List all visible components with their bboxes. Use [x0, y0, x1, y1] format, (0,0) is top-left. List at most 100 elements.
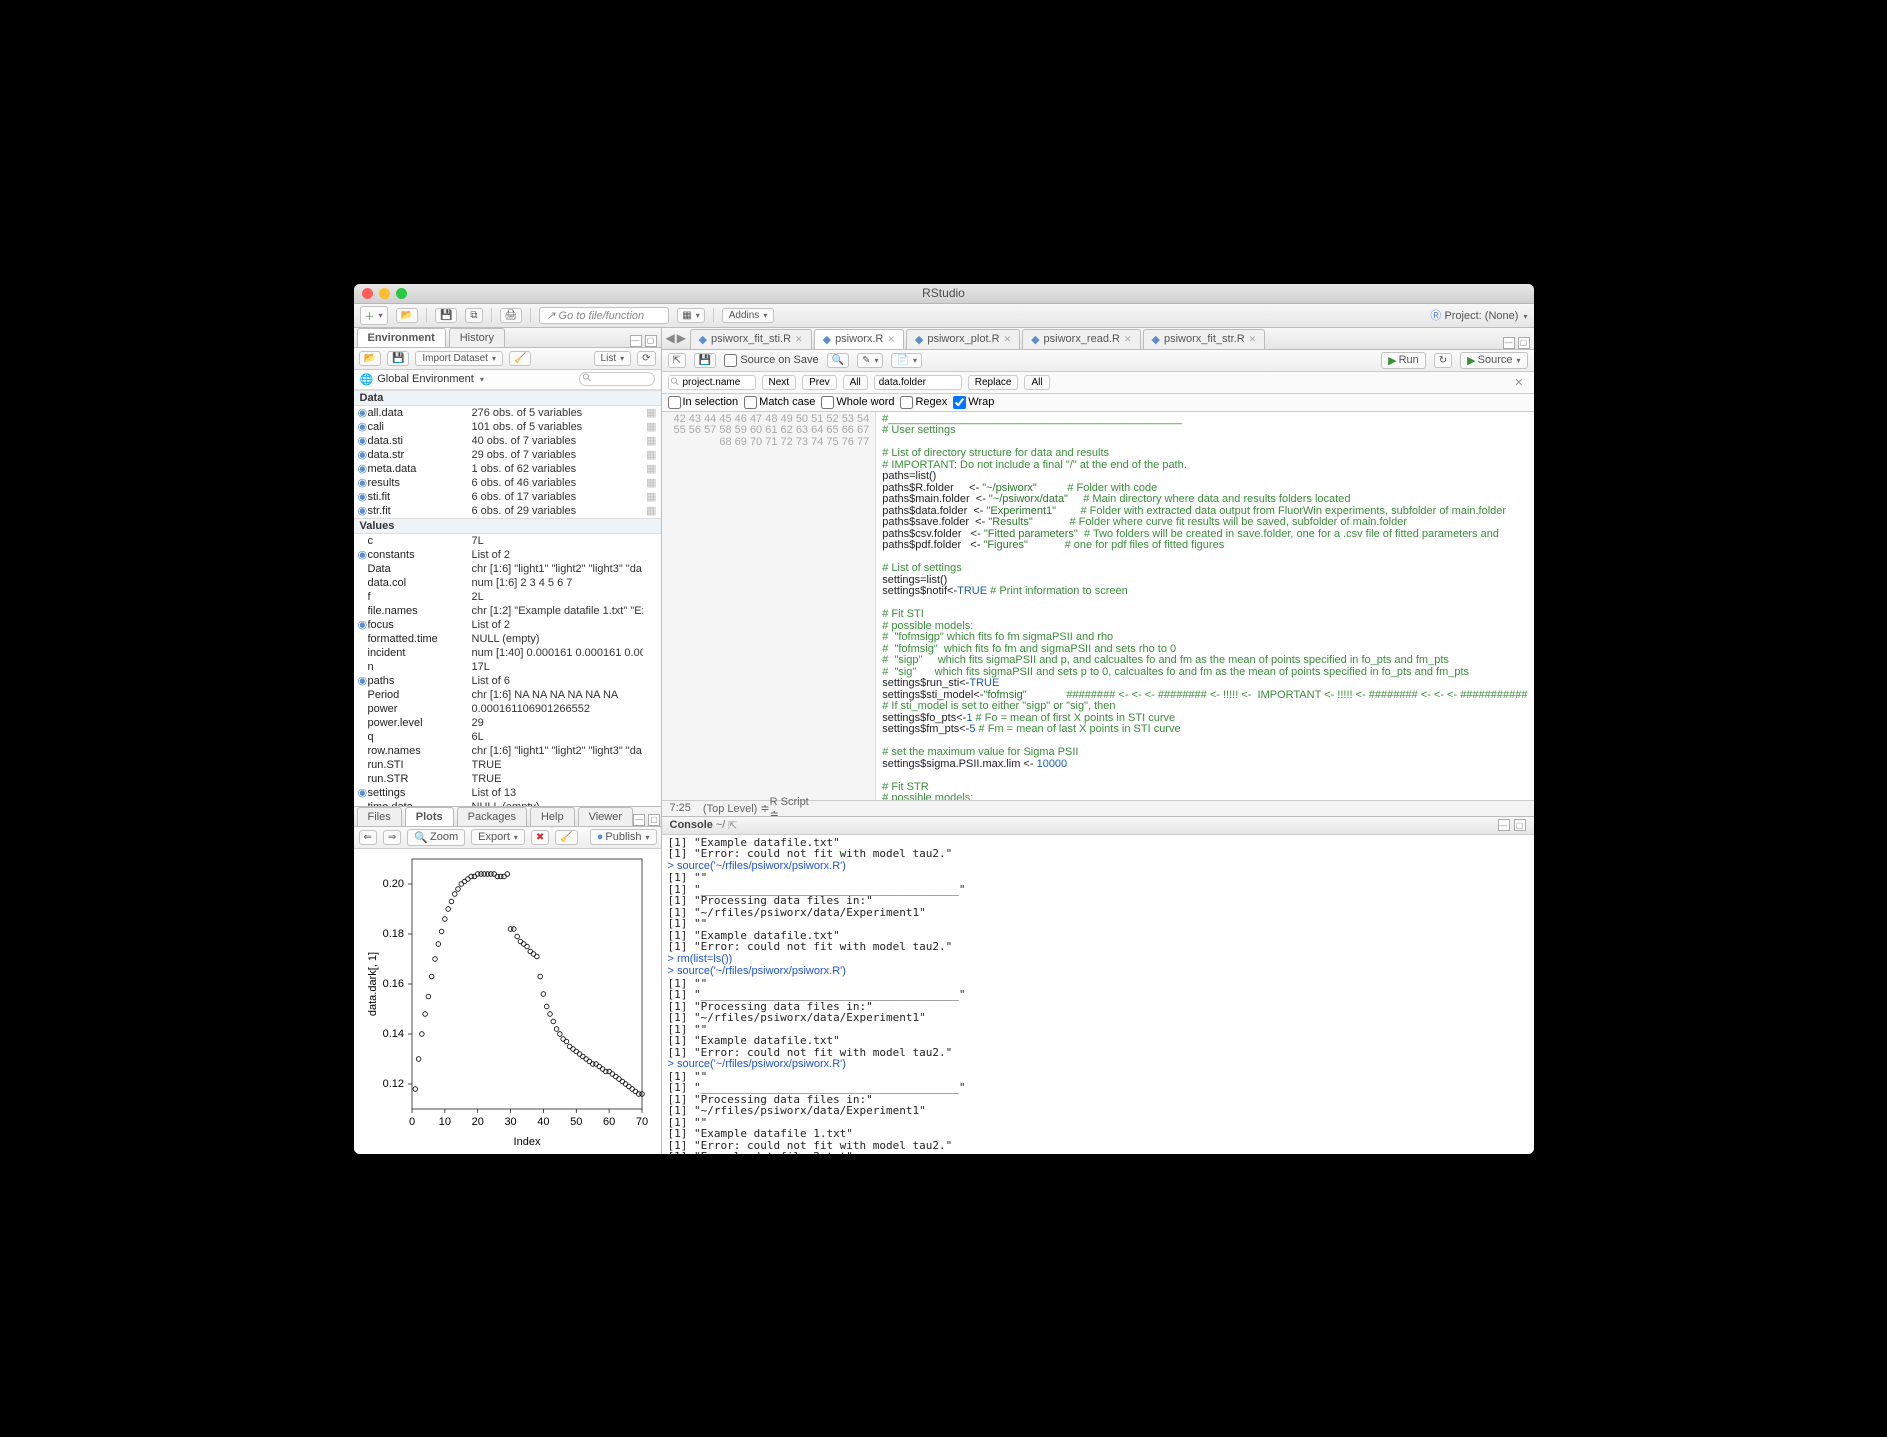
popout-button[interactable]: ⇱ [668, 353, 686, 368]
expand-icon[interactable]: ◉ [358, 786, 368, 799]
env-row[interactable]: ◉data.sti40 obs. of 7 variables▦ [354, 434, 661, 448]
console-maximize-icon[interactable]: ▢ [1514, 819, 1526, 831]
project-menu[interactable]: Ⓡ Project: (None) [1430, 307, 1527, 323]
expand-icon[interactable]: ◉ [358, 548, 368, 561]
env-scope-dropdown[interactable]: 🌐 Global Environment [360, 373, 484, 386]
grid-icon[interactable]: ▦ [643, 462, 657, 475]
plot-prev-button[interactable]: ⇐ [359, 830, 377, 845]
addins-menu[interactable]: Addins [722, 308, 775, 323]
env-row[interactable]: ◉all.data276 obs. of 5 variables▦ [354, 406, 661, 420]
expand-icon[interactable]: ◉ [358, 462, 368, 475]
expand-icon[interactable]: ◉ [358, 420, 368, 433]
expand-icon[interactable]: ◉ [358, 504, 368, 517]
grid-icon[interactable]: ▦ [643, 490, 657, 503]
source-button[interactable]: ▶ Source [1460, 352, 1527, 369]
in-selection-checkbox[interactable]: In selection [668, 396, 739, 409]
env-row[interactable]: power0.000161106901266552 [354, 702, 661, 716]
close-tab-icon[interactable]: ✕ [1124, 334, 1132, 345]
env-row[interactable]: Datachr [1:6] "light1" "light2" "light3"… [354, 562, 661, 576]
console-minimize-icon[interactable]: — [1498, 819, 1510, 831]
run-button[interactable]: ▶ Run [1381, 352, 1426, 369]
load-workspace-button[interactable]: 📂 [359, 351, 381, 366]
env-maximize-icon[interactable]: ▢ [645, 335, 657, 347]
env-row[interactable]: data.colnum [1:6] 2 3 4 5 6 7 [354, 576, 661, 590]
grid-icon[interactable]: ▦ [643, 406, 657, 419]
source-on-save-checkbox[interactable]: Source on Save [724, 354, 818, 367]
find-button[interactable]: 🔍 [827, 353, 849, 368]
file-tab[interactable]: ◆psiworx.R✕ [814, 329, 904, 349]
nav-back-button[interactable]: ◀ [666, 331, 675, 345]
expand-icon[interactable]: ◉ [358, 448, 368, 461]
env-row[interactable]: ◉data.str29 obs. of 7 variables▦ [354, 448, 661, 462]
find-input[interactable] [668, 375, 756, 390]
env-view-mode[interactable]: List [594, 351, 632, 366]
zoom-button[interactable]: 🔍 Zoom [407, 829, 465, 846]
env-row[interactable]: formatted.timeNULL (empty) [354, 632, 661, 646]
replace-input[interactable] [874, 375, 962, 390]
clear-plots-button[interactable] [555, 830, 577, 845]
goto-file-input[interactable]: ↗ Go to file/function [539, 307, 669, 324]
src-minimize-icon[interactable]: — [1503, 337, 1515, 349]
env-row[interactable]: ◉settingsList of 13 [354, 786, 661, 800]
scope-indicator[interactable]: (Top Level) ≑ [703, 802, 770, 815]
close-tab-icon[interactable]: ✕ [795, 334, 803, 345]
close-tab-icon[interactable]: ✕ [887, 334, 895, 345]
expand-icon[interactable]: ◉ [358, 674, 368, 687]
pane-tab-history[interactable]: History [449, 328, 505, 347]
rerun-button[interactable]: ↻ [1434, 353, 1452, 368]
env-row[interactable]: ◉sti.fit6 obs. of 17 variables▦ [354, 490, 661, 504]
export-button[interactable]: Export [471, 829, 525, 845]
close-find-button[interactable]: ✕ [1510, 376, 1527, 389]
clear-workspace-button[interactable] [509, 351, 531, 366]
env-row[interactable]: row.nameschr [1:6] "light1" "light2" "li… [354, 744, 661, 758]
save-workspace-button[interactable]: 💾 [387, 351, 409, 366]
env-row[interactable]: ◉cali101 obs. of 5 variables▦ [354, 420, 661, 434]
env-row[interactable]: ◉str.fit6 obs. of 29 variables▦ [354, 504, 661, 518]
refresh-env-button[interactable]: ⟳ [637, 351, 655, 366]
plots-minimize-icon[interactable]: — [633, 814, 645, 826]
console-output[interactable]: [1] "Example datafile.txt" [1] "Error: c… [662, 835, 1534, 1154]
open-file-button[interactable]: 📂 [396, 308, 418, 323]
env-row[interactable]: f2L [354, 590, 661, 604]
grid-icon[interactable]: ▦ [643, 504, 657, 517]
wand-button[interactable]: ✎ [857, 353, 883, 368]
plot-next-button[interactable]: ⇒ [383, 830, 401, 845]
pane-tab-viewer[interactable]: Viewer [578, 807, 633, 826]
replace-all-button[interactable]: All [1024, 375, 1049, 390]
env-row[interactable]: power.level29 [354, 716, 661, 730]
tools-grid-button[interactable]: ▦ [677, 308, 704, 323]
env-row[interactable]: c7L [354, 534, 661, 548]
new-file-button[interactable]: ＋ [360, 306, 388, 325]
grid-icon[interactable]: ▦ [643, 434, 657, 447]
env-row[interactable]: ◉results6 obs. of 46 variables▦ [354, 476, 661, 490]
env-row[interactable]: file.nameschr [1:2] "Example datafile 1.… [354, 604, 661, 618]
env-row[interactable]: run.STITRUE [354, 758, 661, 772]
save-button[interactable]: 💾 [435, 308, 457, 323]
pane-tab-packages[interactable]: Packages [457, 807, 527, 826]
grid-icon[interactable]: ▦ [643, 448, 657, 461]
env-row[interactable]: incidentnum [1:40] 0.000161 0.000161 0.0… [354, 646, 661, 660]
close-tab-icon[interactable]: ✕ [1004, 334, 1012, 345]
env-row[interactable]: ◉focusList of 2 [354, 618, 661, 632]
env-row[interactable]: n17L [354, 660, 661, 674]
file-tab[interactable]: ◆psiworx_fit_sti.R✕ [690, 329, 812, 349]
remove-plot-button[interactable]: ✖ [531, 830, 549, 845]
pane-tab-plots[interactable]: Plots [405, 807, 454, 826]
save-file-button[interactable]: 💾 [694, 353, 716, 368]
nav-fwd-button[interactable]: ▶ [677, 331, 686, 345]
replace-button[interactable]: Replace [968, 375, 1019, 390]
file-tab[interactable]: ◆psiworx_read.R✕ [1022, 329, 1140, 349]
match-case-checkbox[interactable]: Match case [744, 396, 815, 409]
expand-icon[interactable]: ◉ [358, 618, 368, 631]
env-row[interactable]: ◉meta.data1 obs. of 62 variables▦ [354, 462, 661, 476]
find-all-button[interactable]: All [843, 375, 868, 390]
console-popup-icon[interactable]: ⇱ [728, 819, 737, 832]
env-row[interactable]: q6L [354, 730, 661, 744]
env-row[interactable]: ◉pathsList of 6 [354, 674, 661, 688]
import-dataset-button[interactable]: Import Dataset [415, 351, 503, 366]
pane-tab-environment[interactable]: Environment [357, 328, 446, 347]
whole-word-checkbox[interactable]: Whole word [821, 396, 894, 409]
env-minimize-icon[interactable]: — [630, 335, 642, 347]
grid-icon[interactable]: ▦ [643, 476, 657, 489]
expand-icon[interactable]: ◉ [358, 490, 368, 503]
